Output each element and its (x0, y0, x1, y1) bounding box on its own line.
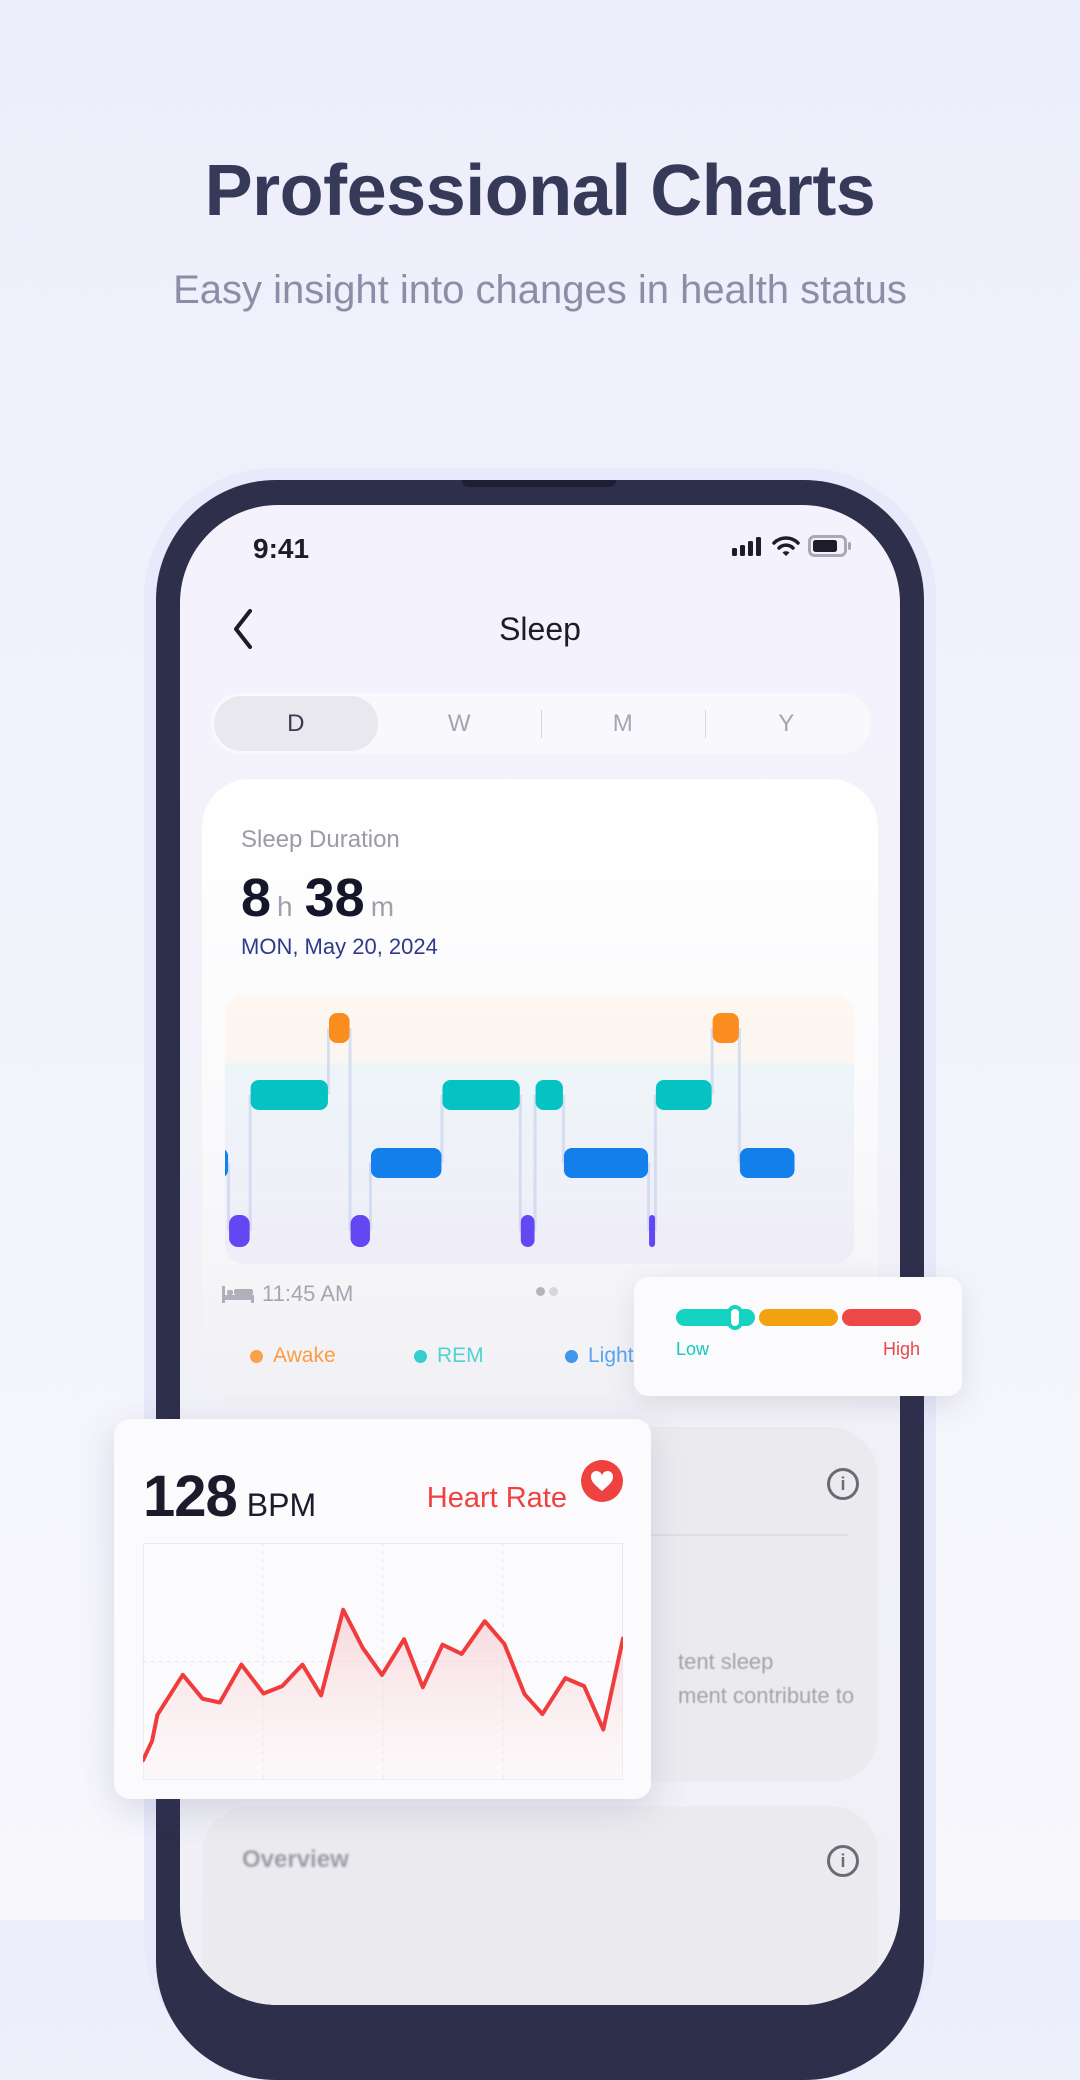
level-high-segment (842, 1309, 921, 1326)
info-icon[interactable]: i (827, 1468, 859, 1500)
sleep-segment-awake (713, 1013, 739, 1043)
signal-icon (732, 536, 764, 556)
period-tabs: D W M Y (211, 693, 871, 754)
tab-month[interactable]: M (541, 696, 705, 751)
page-title: Sleep (180, 611, 900, 648)
phone-notch (462, 480, 616, 487)
sleep-segment-deep (521, 1215, 535, 1247)
bpm-value: 128 (143, 1463, 237, 1530)
sleep-segment-rem (442, 1080, 519, 1110)
legend-awake: Awake (250, 1344, 336, 1368)
overview-card: Overview i (202, 1806, 878, 2005)
sleep-segment-light (740, 1148, 795, 1178)
sleep-segment-deep (229, 1215, 250, 1247)
sleep-segment-deep (649, 1215, 655, 1247)
sleep-duration-label: Sleep Duration (241, 826, 400, 854)
hours-value: 8 (241, 867, 271, 929)
sleep-segment-light (371, 1148, 442, 1178)
status-icons (732, 535, 852, 557)
tab-day[interactable]: D (214, 696, 378, 751)
wifi-icon (772, 535, 800, 557)
awake-zone (225, 995, 854, 1063)
heart-icon (581, 1460, 623, 1502)
sleep-segment-rem (536, 1080, 563, 1110)
hero-subtitle: Easy insight into changes in health stat… (0, 268, 1080, 313)
heart-rate-chart[interactable] (143, 1543, 623, 1780)
status-time: 9:41 (253, 533, 309, 565)
legend-rem: REM (414, 1344, 484, 1368)
sleep-segment-rem (251, 1080, 328, 1110)
tab-year[interactable]: Y (705, 696, 869, 751)
heart-rate-value: 128 BPM (143, 1463, 316, 1530)
level-low-label: Low (676, 1339, 709, 1360)
bpm-unit: BPM (247, 1487, 316, 1524)
sleep-segment-awake (329, 1013, 350, 1043)
minutes-value: 38 (305, 867, 365, 929)
bed-time: 11:45 AM (262, 1281, 353, 1307)
bed-icon (222, 1284, 254, 1304)
level-scale-card: Low High (634, 1277, 962, 1396)
sleep-duration-value: 8 h 38 m (241, 867, 400, 929)
overview-info-icon[interactable]: i (827, 1845, 859, 1877)
sleep-date: MON, May 20, 2024 (241, 934, 438, 960)
battery-icon (808, 535, 852, 557)
page-dots[interactable] (536, 1287, 558, 1296)
level-mid-segment (759, 1309, 838, 1326)
tab-week[interactable]: W (378, 696, 542, 751)
sleep-segment-deep (351, 1215, 370, 1247)
heart-rate-card: 128 BPM Heart Rate (114, 1419, 651, 1799)
insight-text-1: tent sleep (678, 1649, 773, 1675)
legend-light: Light (565, 1344, 634, 1368)
level-high-label: High (883, 1339, 920, 1360)
insight-text-2: ment contribute to (678, 1683, 854, 1709)
heart-rate-area (143, 1610, 623, 1780)
hero-title: Professional Charts (0, 150, 1080, 232)
hours-unit: h (277, 891, 293, 923)
level-slider-knob[interactable] (727, 1305, 743, 1330)
overview-title: Overview (242, 1846, 349, 1874)
sleep-stage-chart[interactable] (225, 995, 854, 1264)
sleep-segment-rem (656, 1080, 712, 1110)
heart-rate-label: Heart Rate (427, 1482, 567, 1515)
minutes-unit: m (371, 891, 394, 923)
level-low-segment (676, 1309, 755, 1326)
sleep-segment-light (564, 1148, 648, 1178)
